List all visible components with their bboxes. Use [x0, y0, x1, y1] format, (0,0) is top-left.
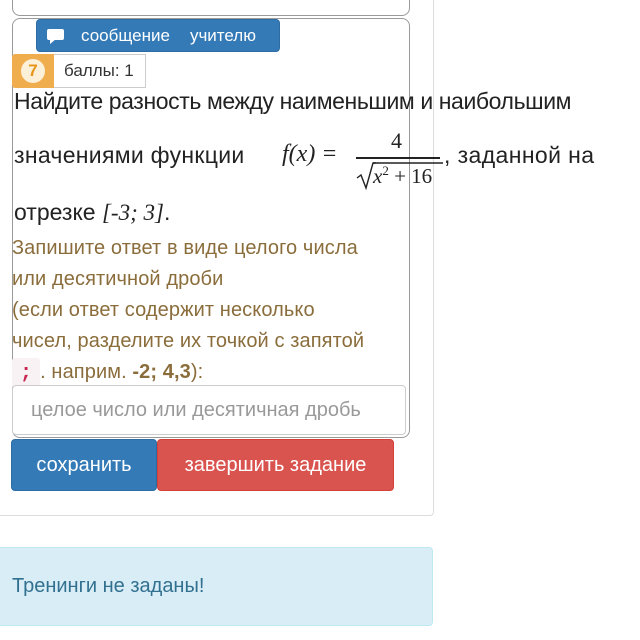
- trainings-alert: Тренинги не заданы!: [0, 547, 433, 626]
- instruction-line-1: Запишите ответ в виде целого числа: [12, 237, 358, 259]
- function-lhs-text: f(x) =: [282, 141, 338, 167]
- radicand-tail: + 16: [388, 164, 433, 188]
- finish-task-button[interactable]: завершить задание: [157, 439, 394, 491]
- save-button[interactable]: сохранить: [11, 439, 157, 491]
- question-line-3-prefix: отрезке: [14, 199, 96, 225]
- question-line-3-suffix: .: [163, 199, 171, 225]
- message-teacher-button[interactable]: сообщение учителю: [36, 19, 280, 52]
- answer-input[interactable]: [12, 385, 406, 435]
- radicand: x2 + 16: [373, 163, 432, 189]
- trainings-alert-text: Тренинги не заданы!: [12, 575, 205, 597]
- instruction-line-3: (если ответ содержит несколько: [12, 299, 315, 321]
- radicand-base: x: [373, 164, 383, 188]
- message-button-label-1: сообщение: [81, 25, 170, 45]
- question-line-3: отрезке [-3; 3].: [14, 199, 170, 226]
- score-label: баллы: 1: [54, 54, 146, 88]
- instruction-line-4: чисел, разделите их точкой с запятой: [12, 330, 365, 352]
- fraction-bar: [356, 157, 440, 159]
- function-lhs: f(x) =: [282, 141, 338, 168]
- instruction-line-2: или десятичной дроби: [12, 268, 224, 290]
- answer-instruction: Запишите ответ в виде целого числа или д…: [12, 233, 412, 389]
- task-number-badge: 7: [12, 54, 54, 88]
- message-button-label-2: учителю: [189, 25, 256, 45]
- example-prefix: . наприм.: [40, 361, 127, 383]
- comment-icon: [47, 28, 65, 44]
- task-number: 7: [21, 59, 45, 83]
- example-value: -2; 4,3: [132, 361, 191, 383]
- example-suffix: ):: [190, 361, 204, 383]
- question-line-1: Найдите разность между наименьшим и наиб…: [14, 88, 572, 114]
- interval: [-3; 3]: [101, 200, 164, 225]
- question-line-2-suffix: , заданной на: [444, 142, 595, 168]
- question-line-2: значениями функции: [14, 142, 245, 168]
- previous-task-card: [12, 0, 410, 16]
- fraction-numerator: 4: [391, 128, 402, 153]
